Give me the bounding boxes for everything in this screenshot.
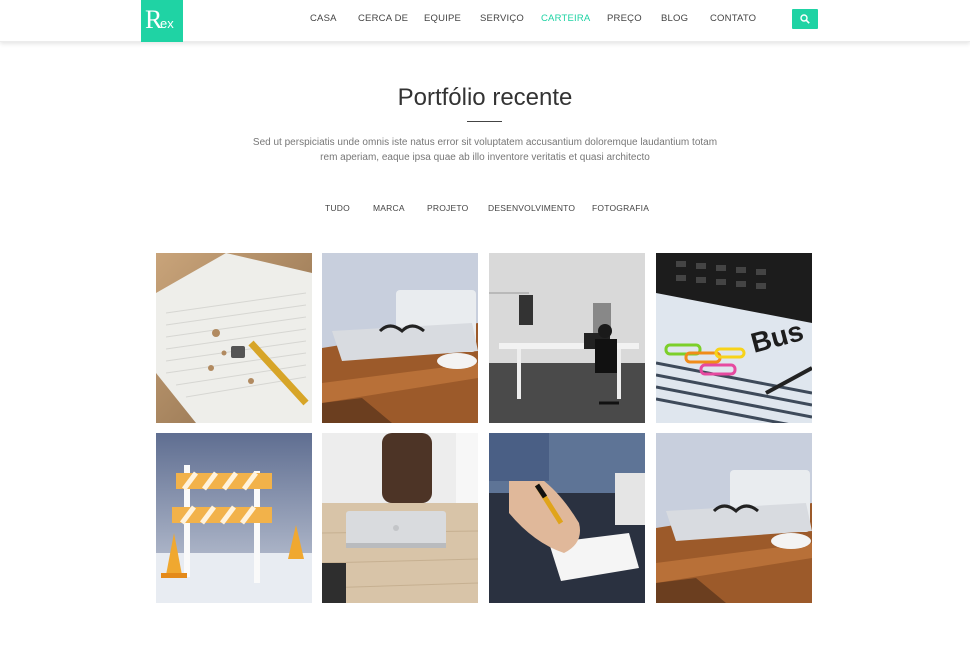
- portfolio-item-laptop-wood[interactable]: [322, 433, 478, 603]
- office-workspace-photo: [489, 253, 645, 423]
- nav-item-servico[interactable]: SERVIÇO: [480, 13, 524, 24]
- title-divider: [467, 121, 502, 122]
- laptop-glasses-desk-photo: [322, 253, 478, 423]
- laptop-on-wood-photo: [322, 433, 478, 603]
- section-description: Sed ut perspiciatis unde omnis iste natu…: [245, 135, 725, 165]
- top-navbar: R ex CASA CERCA DE EQUIPE SERVIÇO CARTEI…: [0, 0, 970, 42]
- brand-logo[interactable]: R ex: [141, 0, 183, 42]
- nav-item-preco[interactable]: PREÇO: [607, 13, 642, 24]
- portfolio-item-laptop-desk[interactable]: [322, 253, 478, 423]
- filter-desenvolvimento[interactable]: DESENVOLVIMENTO: [488, 203, 575, 213]
- description-line-1: Sed ut perspiciatis unde omnis iste natu…: [252, 137, 718, 148]
- nav-item-casa[interactable]: CASA: [310, 13, 337, 24]
- portfolio-item-office[interactable]: [489, 253, 645, 423]
- portfolio-item-writing[interactable]: [489, 433, 645, 603]
- filter-fotografia[interactable]: FOTOGRAFIA: [592, 203, 649, 213]
- portfolio-item-notebook-pencil[interactable]: [156, 253, 312, 423]
- search-button[interactable]: [792, 9, 818, 29]
- description-line-2: rem aperiam, eaque ipsa quae ab illo inv…: [320, 152, 650, 163]
- nav-item-cerca-de[interactable]: CERCA DE: [358, 13, 408, 24]
- filter-projeto[interactable]: PROJETO: [427, 203, 468, 213]
- calculator-paperclips-photo: Bus: [656, 253, 812, 423]
- nav-item-blog[interactable]: BLOG: [661, 13, 688, 24]
- portfolio-item-calculator[interactable]: Bus: [656, 253, 812, 423]
- laptop-glasses-desk-photo: [656, 433, 812, 603]
- portfolio-item-laptop-desk-2[interactable]: [656, 433, 812, 603]
- nav-item-equipe[interactable]: EQUIPE: [424, 13, 461, 24]
- nav-item-contato[interactable]: CONTATO: [710, 13, 756, 24]
- search-icon: [800, 14, 810, 24]
- logo-suffix: ex: [160, 16, 174, 31]
- hand-writing-photo: [489, 433, 645, 603]
- notebook-pencil-photo: [156, 253, 312, 423]
- construction-barrier-photo: [156, 433, 312, 603]
- filter-tudo[interactable]: TUDO: [325, 203, 350, 213]
- portfolio-item-construction[interactable]: [156, 433, 312, 603]
- filter-marca[interactable]: MARCA: [373, 203, 405, 213]
- section-title: Portfólio recente: [397, 84, 573, 111]
- nav-item-carteira[interactable]: CARTEIRA: [541, 13, 590, 24]
